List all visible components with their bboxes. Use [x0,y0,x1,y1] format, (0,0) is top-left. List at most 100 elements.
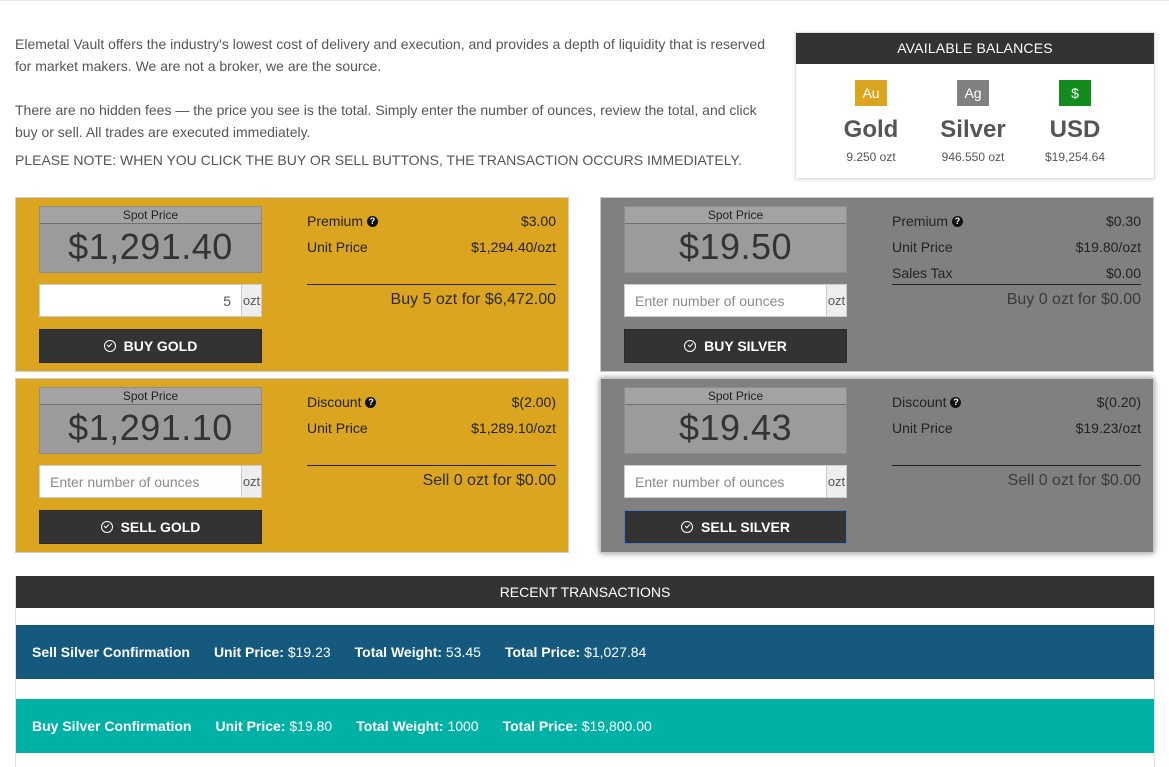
spot-price-label: Spot Price [625,388,846,405]
quantity-field-group: ozt [39,284,262,317]
total-price-label: Total Price: [504,644,581,660]
button-label: SELL GOLD [120,519,201,535]
total-price-value: $19,800.00 [581,718,652,734]
order-summary: Sell 0 ozt for $0.00 [422,472,556,489]
button-label: BUY SILVER [704,338,787,354]
balance-name: Gold [843,116,899,143]
unit-price-label: Unit Price: [213,644,284,660]
price-details: Discount? $(0.20) Unit Price $19.23/ozt [892,389,1141,441]
balances-title: AVAILABLE BALANCES [796,33,1154,64]
premium-label: Premium [892,213,949,229]
unit-price-label: Unit Price [307,420,368,436]
balance-amount: $19,254.64 [1044,150,1106,164]
spot-price-value: $19.43 [678,407,793,448]
total-weight-value: 1000 [447,718,479,734]
unit-price-label: Unit Price [892,420,953,436]
sell-gold-button[interactable]: SELL GOLD [39,510,262,544]
spot-price-value: $1,291.10 [68,407,233,448]
premium-value: $0.30 [1105,213,1141,229]
premium-value: $3.00 [520,213,556,229]
sell-gold-ounces-input[interactable] [39,465,241,498]
unit-label: ozt [241,284,262,317]
total-weight-value: 53.45 [445,644,481,660]
available-balances-card: AVAILABLE BALANCES Au Gold 9.250 ozt Ag … [795,32,1155,179]
unit-label: ozt [826,284,847,317]
sell-silver-panel: Spot Price $19.43 ozt SELL SILVER Discou… [600,378,1154,553]
sell-silver-ounces-input[interactable] [624,465,826,498]
intro-paragraph-1: Elemetal Vault offers the industry's low… [15,36,766,74]
sell-gold-panel: Spot Price $1,291.10 ozt SELL GOLD Disco… [15,378,569,553]
premium-row: Premium? $0.30 [892,208,1141,234]
question-icon[interactable]: ? [365,396,377,408]
sell-silver-button[interactable]: SELL SILVER [624,510,847,544]
spot-price-value: $19.50 [678,226,793,267]
discount-row: Discount? $(2.00) [307,389,556,415]
check-circle-icon [103,340,116,352]
unit-label: ozt [241,465,262,498]
unit-price-value: $19.80 [289,718,333,734]
balance-name: USD [1049,116,1101,143]
divider [307,465,556,466]
unit-label: ozt [826,465,847,498]
divider [892,465,1141,466]
intro-text: Elemetal Vault offers the industry's low… [15,33,775,171]
unit-price-label: Unit Price [307,239,368,255]
unit-price-value: $1,294.40/ozt [471,239,556,255]
intro-paragraph-2: There are no hidden fees — the price you… [15,102,757,140]
check-circle-icon [684,340,697,352]
balance-silver: Ag Silver 946.550 ozt [923,80,1023,164]
unit-price-row: Unit Price $1,294.40/ozt [307,234,556,260]
spot-price-box: Spot Price $1,291.40 [39,206,262,273]
question-icon[interactable]: ? [367,215,379,227]
transaction-row: Sell Silver Confirmation Unit Price: $19… [16,625,1154,679]
buy-gold-ounces-input[interactable] [39,284,241,317]
unit-price-value: $19.23/ozt [1075,420,1141,436]
discount-value: $(0.20) [1096,394,1141,410]
sales-tax-row: Sales Tax $0.00 [892,260,1141,286]
spot-price-box: Spot Price $1,291.10 [39,387,262,454]
buy-silver-button[interactable]: BUY SILVER [624,329,847,363]
spot-price-value: $1,291.40 [68,226,233,267]
discount-row: Discount? $(0.20) [892,389,1141,415]
buy-gold-button[interactable]: BUY GOLD [39,329,262,363]
total-price-value: $1,027.84 [584,644,647,660]
spot-price-box: Spot Price $19.43 [624,387,847,454]
spot-price-label: Spot Price [40,388,261,405]
balance-amount: 9.250 ozt [846,150,896,164]
total-price-label: Total Price: [502,718,578,734]
spot-price-label: Spot Price [625,207,846,224]
buy-silver-panel: Spot Price $19.50 ozt BUY SILVER Premium… [600,197,1154,372]
balance-usd: $ USD $19,254.64 [1025,80,1125,164]
question-icon[interactable]: ? [952,215,964,227]
order-summary: Buy 0 ozt for $0.00 [1006,291,1141,308]
divider [892,284,1141,285]
premium-label: Premium [307,213,364,229]
question-icon[interactable]: ? [950,396,962,408]
quantity-field-group: ozt [39,465,262,498]
button-label: BUY GOLD [123,338,198,354]
transaction-row: Buy Silver Confirmation Unit Price: $19.… [16,699,1154,753]
gold-symbol-badge: Au [855,80,887,106]
buy-silver-ounces-input[interactable] [624,284,826,317]
button-label: SELL SILVER [701,519,790,535]
transaction-title: Buy Silver Confirmation [32,718,192,734]
transaction-title: Sell Silver Confirmation [32,644,190,660]
premium-row: Premium? $3.00 [307,208,556,234]
balance-amount: 946.550 ozt [941,150,1005,164]
spot-price-box: Spot Price $19.50 [624,206,847,273]
total-weight-label: Total Weight: [356,718,444,734]
top-divider [0,0,1169,1]
order-summary: Sell 0 ozt for $0.00 [1007,472,1141,489]
unit-price-value: $19.23 [287,644,331,660]
usd-symbol-badge: $ [1059,80,1091,106]
unit-price-value: $1,289.10/ozt [471,420,556,436]
sales-tax-label: Sales Tax [892,265,953,281]
buy-gold-panel: Spot Price $1,291.40 ozt BUY GOLD Premiu… [15,197,569,372]
discount-value: $(2.00) [511,394,556,410]
unit-price-label: Unit Price: [215,718,286,734]
balance-name: Silver [940,116,1006,143]
quantity-field-group: ozt [624,465,847,498]
price-details: Discount? $(2.00) Unit Price $1,289.10/o… [307,389,556,441]
total-weight-label: Total Weight: [354,644,443,660]
recent-transactions-title: RECENT TRANSACTIONS [16,576,1154,608]
